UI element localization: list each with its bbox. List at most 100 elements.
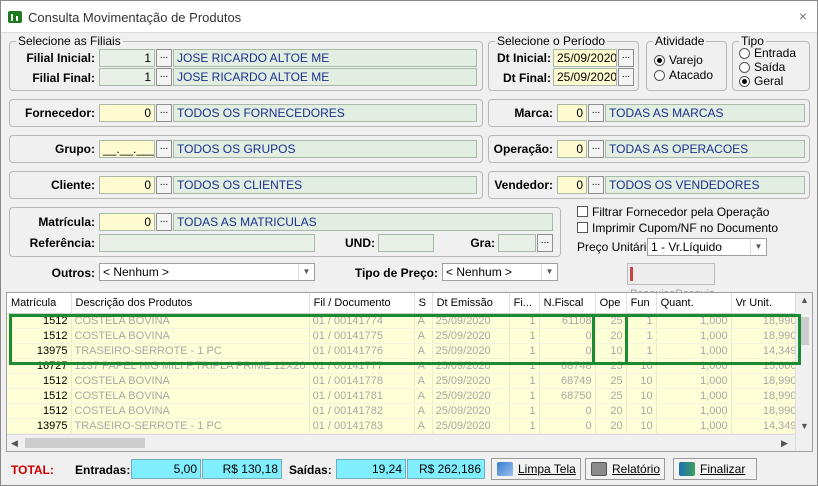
matricula-code[interactable]: 0	[99, 213, 155, 231]
grupo-search-button[interactable]: ...	[156, 140, 172, 158]
table-cell: A	[414, 418, 433, 434]
vendedor-search-button[interactable]: ...	[588, 176, 604, 194]
dt-final-button[interactable]: ...	[618, 68, 634, 86]
preco-unitario-select[interactable]: 1 - Vr.Líquido ▼	[647, 238, 767, 256]
filial-final-label: Filial Final:	[32, 71, 95, 85]
chevron-down-icon: ▼	[750, 239, 766, 255]
atividade-atacado-label: Atacado	[669, 68, 714, 82]
pesquisa-button[interactable]: PesquisaPesquis	[627, 263, 715, 300]
table-row[interactable]: 1512 COSTELA BOVINA 01 / 00141781 A 25/09/20…	[7, 388, 807, 404]
limpa-tela-button[interactable]: Limpa Tela	[491, 458, 581, 480]
table-cell: 1	[509, 403, 540, 419]
table-cell: 20	[595, 403, 627, 419]
column-header[interactable]: Quant.	[656, 293, 732, 314]
imprimir-cupom-checkbox[interactable]	[577, 222, 588, 233]
column-header[interactable]: Matrícula	[7, 293, 72, 314]
grupo-code[interactable]: __.__.___	[99, 140, 155, 158]
close-button[interactable]: ×	[799, 8, 807, 24]
printer-icon	[591, 462, 607, 476]
gra-input[interactable]	[498, 234, 536, 252]
outros-select[interactable]: < Nenhum > ▼	[99, 263, 315, 281]
referencia-label: Referência:	[29, 236, 95, 250]
consulta-window: Consulta Movimentação de Produtos × Sele…	[0, 0, 818, 486]
dt-inicial-button[interactable]: ...	[618, 49, 634, 67]
relatorio-button[interactable]: Relatório	[585, 458, 665, 480]
dt-final-input[interactable]: 25/09/2020	[553, 68, 617, 86]
filial-inicial-code[interactable]: 1	[99, 49, 155, 67]
marca-code[interactable]: 0	[557, 104, 587, 122]
vendedor-label: Vendedor:	[494, 178, 553, 192]
cliente-code[interactable]: 0	[99, 176, 155, 194]
filial-final-search-button[interactable]: ...	[156, 68, 172, 86]
table-cell: 01 / 00141781	[309, 388, 415, 404]
cliente-search-button[interactable]: ...	[156, 176, 172, 194]
atividade-varejo-radio[interactable]	[654, 55, 665, 66]
table-cell: 1	[509, 388, 540, 404]
table-cell: 1,000	[656, 418, 732, 434]
grid-horizontal-scrollbar[interactable]: ◀ ▶	[7, 434, 795, 451]
marca-search-button[interactable]: ...	[588, 104, 604, 122]
filial-final-code[interactable]: 1	[99, 68, 155, 86]
preco-unitario-label: Preço Unitário	[577, 240, 654, 254]
column-header[interactable]: Ope	[595, 293, 627, 314]
und-input[interactable]	[378, 234, 434, 252]
tipo-saida-radio[interactable]	[739, 62, 750, 73]
vendedor-name: TODOS OS VENDEDORES	[605, 176, 805, 194]
fornecedor-search-button[interactable]: ...	[156, 104, 172, 122]
table-cell: COSTELA BOVINA	[71, 403, 310, 419]
tipo-entrada-radio[interactable]	[739, 48, 750, 59]
gra-search-button[interactable]: ...	[537, 234, 553, 252]
scroll-down-icon[interactable]: ▼	[800, 421, 809, 431]
column-header[interactable]: Fi...	[509, 293, 540, 314]
table-row[interactable]: 1512 COSTELA BOVINA 01 / 00141778 A 25/09/20…	[7, 373, 807, 389]
table-cell: TRASEIRO-SERROTE - 1 PC	[71, 418, 310, 434]
table-cell: A	[414, 388, 433, 404]
table-cell: 25/09/2020	[432, 403, 510, 419]
outros-value: < Nenhum >	[103, 265, 170, 279]
chevron-down-icon: ▼	[298, 264, 314, 280]
scroll-right-icon[interactable]: ▶	[781, 438, 788, 449]
column-header[interactable]: S	[414, 293, 433, 314]
tipo-saida-label: Saída	[754, 60, 786, 74]
marca-name: TODAS AS MARCAS	[605, 104, 805, 122]
app-icon	[8, 11, 22, 23]
table-row[interactable]: 13975 TRASEIRO-SERROTE - 1 PC 01 / 0014178…	[7, 418, 807, 434]
referencia-input[interactable]	[99, 234, 315, 252]
tipo-preco-select[interactable]: < Nenhum > ▼	[442, 263, 558, 281]
table-cell: 20	[595, 418, 627, 434]
matricula-search-button[interactable]: ...	[156, 213, 172, 231]
filtrar-fornecedor-label: Filtrar Fornecedor pela Operação	[592, 205, 770, 219]
fornecedor-code[interactable]: 0	[99, 104, 155, 122]
operacao-code[interactable]: 0	[557, 140, 587, 158]
finalizar-button[interactable]: Finalizar	[673, 458, 757, 480]
filtrar-fornecedor-checkbox[interactable]	[577, 206, 588, 217]
table-cell: 0	[539, 418, 596, 434]
vendedor-code[interactable]: 0	[557, 176, 587, 194]
filiais-legend: Selecione as Filiais	[16, 34, 123, 48]
scroll-left-icon[interactable]: ◀	[11, 438, 18, 449]
table-row[interactable]: 1512 COSTELA BOVINA 01 / 00141782 A 25/09/20…	[7, 403, 807, 419]
column-header[interactable]: Dt Emissão	[432, 293, 510, 314]
hscroll-thumb[interactable]	[25, 438, 145, 448]
tipo-preco-label: Tipo de Preço:	[354, 266, 438, 280]
chevron-down-icon: ▼	[541, 264, 557, 280]
column-header[interactable]: Fun	[626, 293, 657, 314]
scroll-up-icon[interactable]: ▲	[800, 295, 809, 305]
table-cell: COSTELA BOVINA	[71, 388, 310, 404]
column-header[interactable]: Fil / Documento	[309, 293, 415, 314]
dt-inicial-input[interactable]: 25/09/2020	[553, 49, 617, 67]
operacao-search-button[interactable]: ...	[588, 140, 604, 158]
column-header[interactable]: N.Fiscal	[539, 293, 596, 314]
tipo-geral-radio[interactable]	[739, 76, 750, 87]
limpa-tela-label: Limpa Tela	[518, 462, 576, 476]
gra-label: Gra:	[470, 236, 495, 250]
table-cell: 01 / 00141778	[309, 373, 415, 389]
entradas-valor: R$ 130,18	[202, 459, 282, 479]
table-cell: 1,000	[656, 403, 732, 419]
atividade-atacado-radio[interactable]	[654, 70, 665, 81]
filial-inicial-search-button[interactable]: ...	[156, 49, 172, 67]
matricula-name: TODAS AS MATRICULAS	[173, 213, 553, 231]
column-header[interactable]: Descrição dos Produtos	[71, 293, 310, 314]
table-cell: 10	[626, 373, 657, 389]
table-cell: 25	[595, 373, 627, 389]
